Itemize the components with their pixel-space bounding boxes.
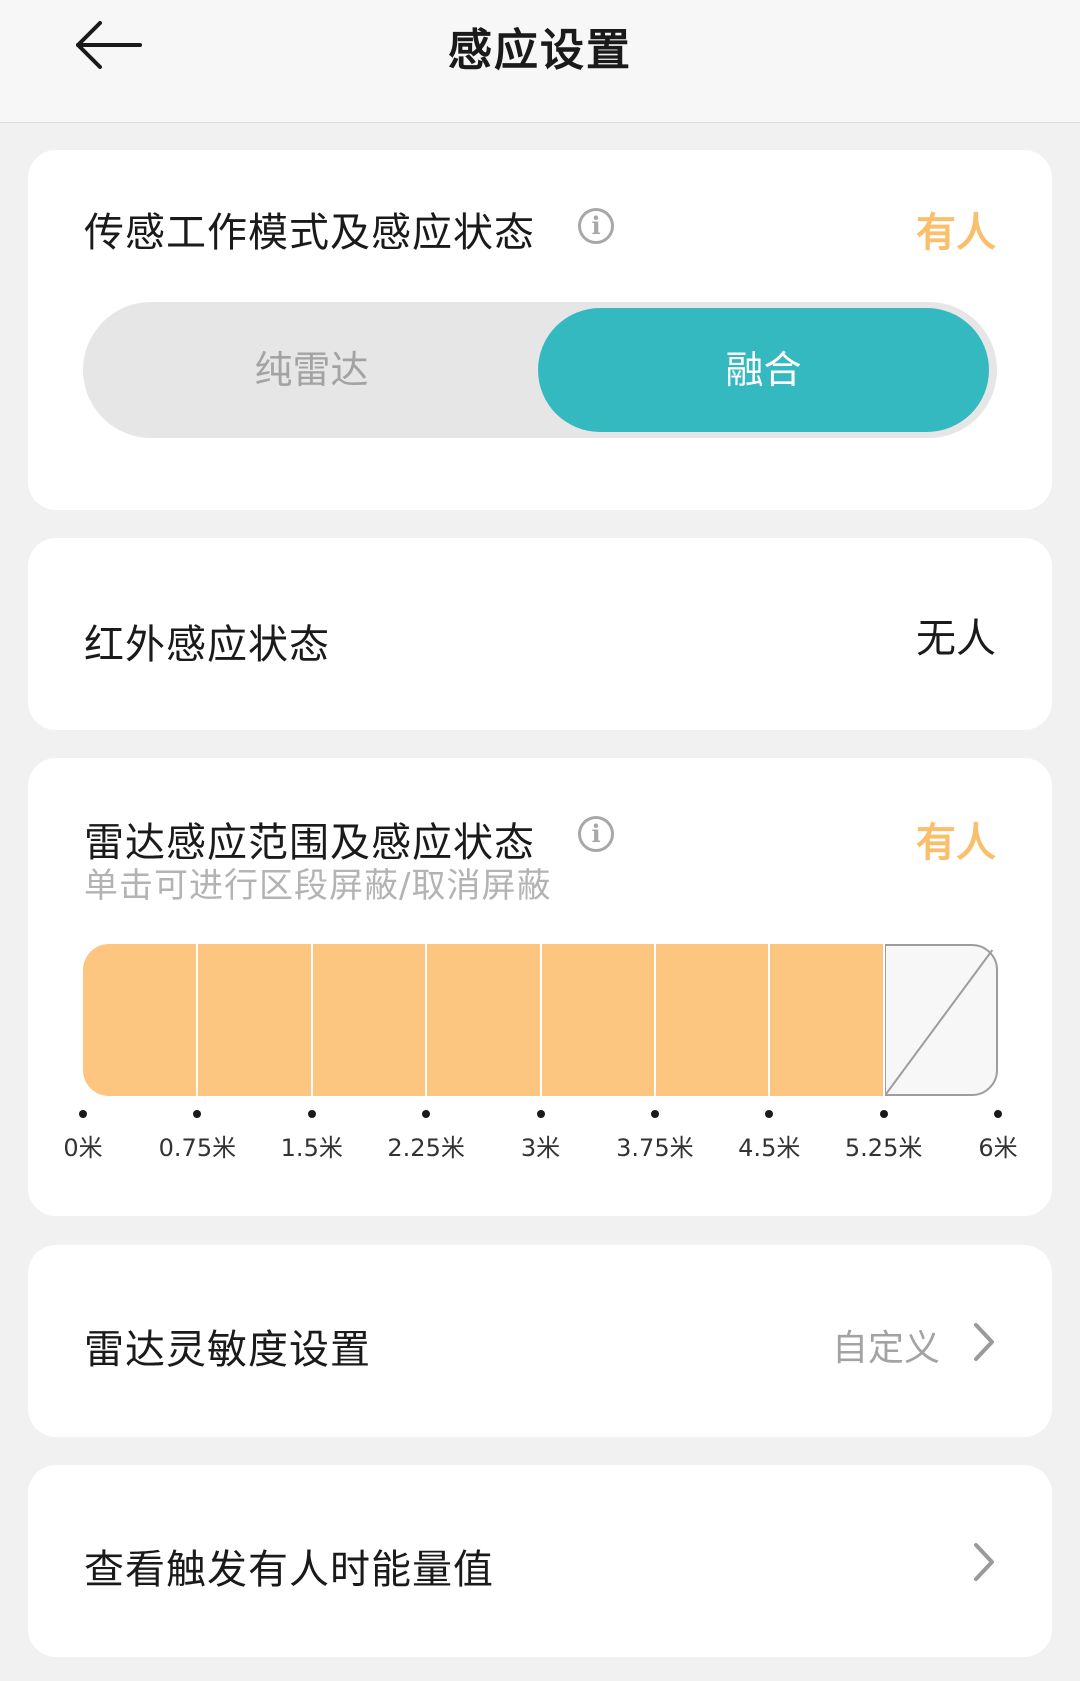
tick-dot xyxy=(879,1110,888,1118)
segment-divider xyxy=(882,944,885,1096)
tick-label: 1.5米 xyxy=(280,1134,343,1162)
info-icon[interactable]: i xyxy=(578,208,614,244)
range-segment-masked[interactable] xyxy=(883,944,998,1096)
radar-range-bar xyxy=(83,944,998,1096)
range-segment[interactable] xyxy=(311,944,427,1096)
page-title: 感应设置 xyxy=(448,25,632,76)
range-segment[interactable] xyxy=(769,944,884,1096)
range-segment[interactable] xyxy=(654,944,770,1096)
radar-status-label: 有人 xyxy=(916,820,996,866)
radar-range-card: 雷达感应范围及感应状态 i 有人 单击可进行区段屏蔽/取消屏蔽 0米 0.75米 1… xyxy=(28,758,1052,1216)
mode-status-label: 有人 xyxy=(916,210,996,256)
range-segment[interactable] xyxy=(426,944,541,1096)
radar-range-hint: 单击可进行区段屏蔽/取消屏蔽 xyxy=(84,866,552,906)
tick-dot xyxy=(193,1110,202,1118)
info-icon[interactable]: i xyxy=(578,816,614,852)
ir-status-label: 无人 xyxy=(916,616,996,662)
segment-divider xyxy=(425,944,428,1096)
tick-dot xyxy=(994,1110,1002,1118)
segment-divider xyxy=(310,944,313,1096)
tick-label: 3米 xyxy=(520,1134,561,1162)
tick-label: 0米 xyxy=(63,1134,103,1162)
segment-divider xyxy=(539,944,542,1096)
chevron-right-icon xyxy=(966,1541,1000,1583)
tick-label: 3.75米 xyxy=(616,1134,694,1162)
tick-label: 4.5米 xyxy=(738,1134,801,1162)
tick-label: 5.25米 xyxy=(844,1134,923,1162)
tick-dot xyxy=(650,1110,659,1118)
mode-option-fusion[interactable]: 融合 xyxy=(538,308,989,432)
sensitivity-label: 雷达灵敏度设置 xyxy=(84,1327,371,1373)
tick-dot xyxy=(307,1110,316,1118)
tick-label: 0.75米 xyxy=(158,1134,237,1162)
segment-divider xyxy=(768,944,771,1096)
sensitivity-value: 自定义 xyxy=(831,1328,940,1369)
tick-label: 6米 xyxy=(978,1134,1018,1162)
tick-dot xyxy=(79,1110,87,1118)
tick-label: 2.25米 xyxy=(387,1134,465,1162)
ir-status-title: 红外感应状态 xyxy=(84,622,330,668)
header-bar: 感应设置 xyxy=(0,0,1080,123)
sensitivity-row[interactable]: 雷达灵敏度设置 自定义 xyxy=(28,1245,1052,1437)
sensor-mode-title: 传感工作模式及感应状态 xyxy=(84,210,535,256)
sensor-mode-card: 传感工作模式及感应状态 i 有人 纯雷达 融合 xyxy=(28,150,1052,510)
segment-divider xyxy=(196,944,199,1096)
tick-dot xyxy=(765,1110,774,1118)
trigger-energy-row[interactable]: 查看触发有人时能量值 xyxy=(28,1465,1052,1657)
ir-status-card: 红外感应状态 无人 xyxy=(28,538,1052,730)
tick-dot xyxy=(422,1110,431,1118)
chevron-right-icon xyxy=(966,1321,1000,1363)
trigger-energy-label: 查看触发有人时能量值 xyxy=(84,1547,494,1593)
range-segment[interactable] xyxy=(540,944,655,1096)
tick-dot xyxy=(536,1110,545,1118)
range-segment[interactable] xyxy=(197,944,312,1096)
mode-segmented-control: 纯雷达 融合 xyxy=(83,302,997,438)
range-segment[interactable] xyxy=(83,944,198,1096)
segment-divider xyxy=(653,944,656,1096)
mode-option-radar[interactable]: 纯雷达 xyxy=(83,302,540,438)
